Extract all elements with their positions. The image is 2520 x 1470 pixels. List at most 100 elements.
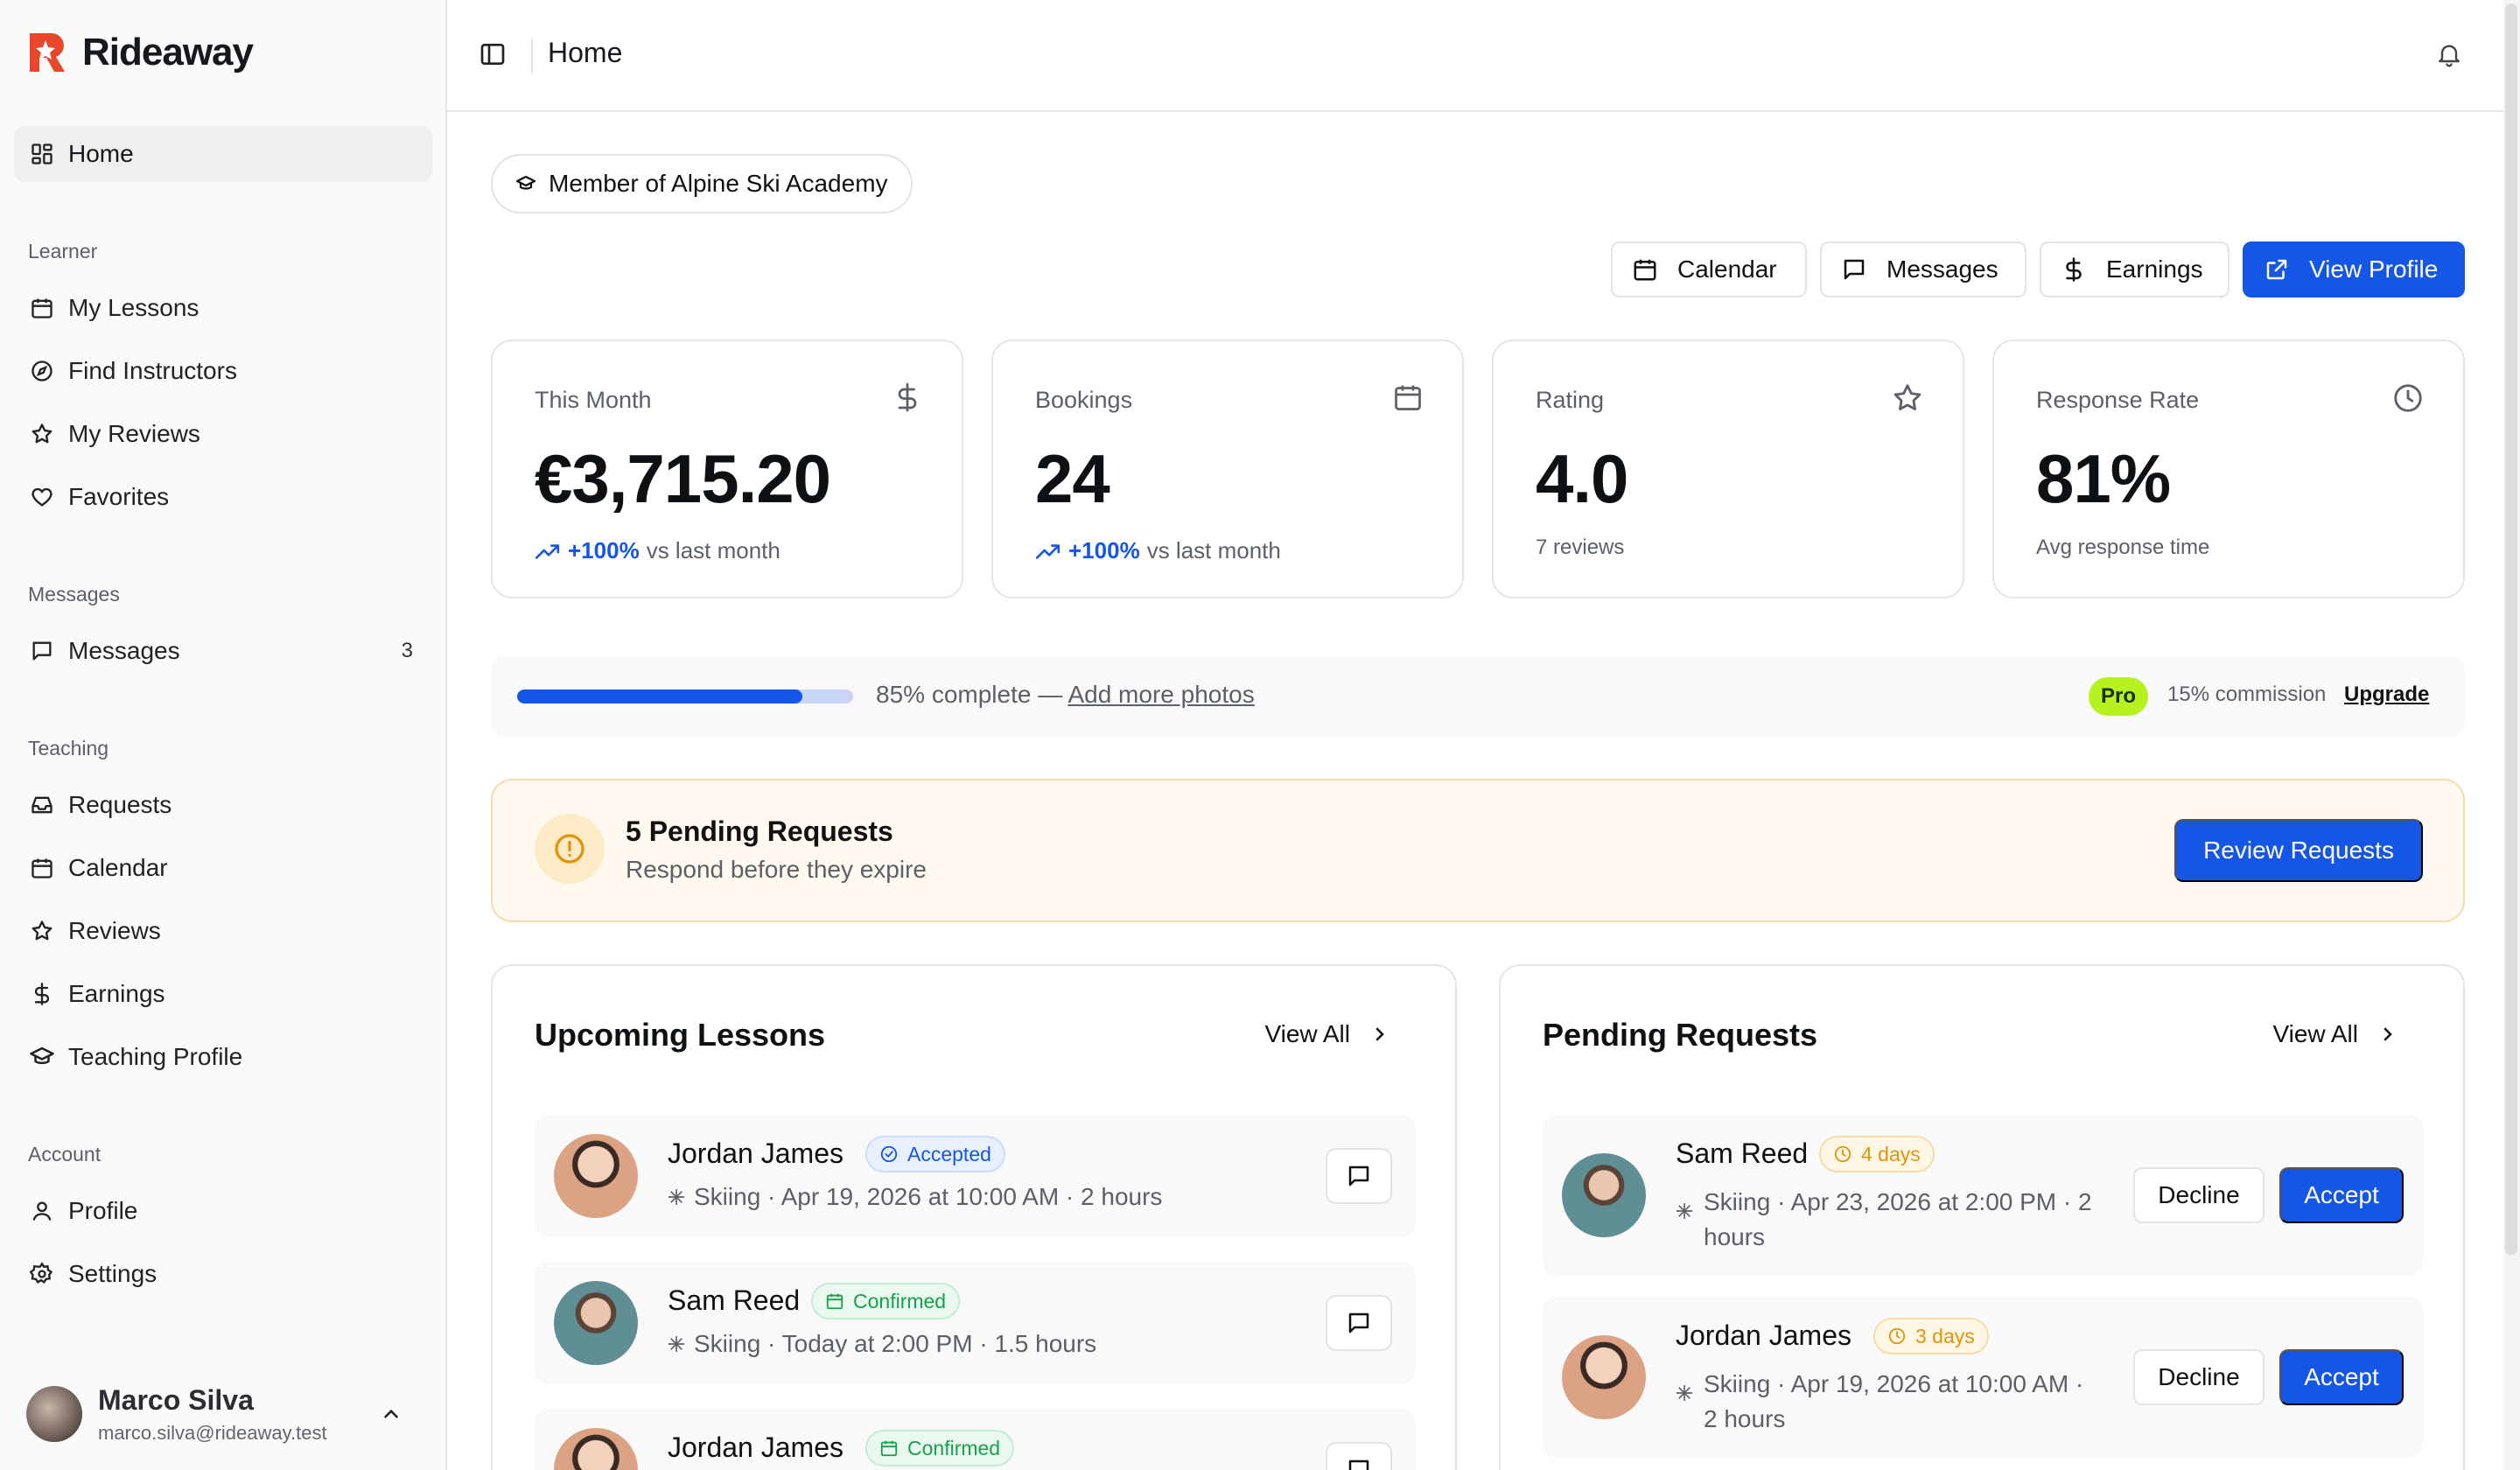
message-student-button[interactable] — [1326, 1295, 1392, 1351]
calendar-icon — [28, 294, 56, 322]
request-row[interactable]: Sam Reed 4 days Skiing · Apr 23, 2026 at… — [1543, 1115, 2423, 1276]
request-details: Skiing · Apr 23, 2026 at 2:00 PM · 2 hou… — [1704, 1188, 2092, 1250]
stat-change-value: +100% — [568, 537, 640, 564]
clock-icon — [2391, 382, 2425, 415]
sidebar-item-my-lessons[interactable]: My Lessons — [14, 282, 432, 334]
message-student-button[interactable] — [1326, 1148, 1392, 1204]
view-all-label: View All — [1264, 1020, 1350, 1047]
request-meta: Skiing · Apr 19, 2026 at 10:00 AM · 2 ho… — [1676, 1367, 2096, 1437]
sidebar-item-favorites[interactable]: Favorites — [14, 471, 432, 523]
decline-button[interactable]: Decline — [2133, 1167, 2264, 1223]
snowflake-icon — [1676, 1202, 1693, 1220]
request-details: Skiing · Apr 19, 2026 at 10:00 AM · 2 ho… — [1704, 1370, 2084, 1432]
avatar — [554, 1281, 638, 1365]
status-label: Accepted — [907, 1142, 991, 1166]
dollar-icon — [892, 382, 923, 413]
sidebar-item-label: Earnings — [68, 980, 165, 1007]
message-student-button[interactable] — [1326, 1442, 1392, 1470]
stat-title: Response Rate — [2036, 387, 2200, 413]
user-name: Marco Silva — [98, 1383, 254, 1416]
sidebar-item-profile[interactable]: Profile — [14, 1185, 432, 1237]
pending-view-all-link[interactable]: View All — [2272, 1020, 2398, 1048]
star-icon — [28, 917, 56, 945]
stat-change: +100% vs last month — [1035, 537, 1281, 564]
panel-title: Upcoming Lessons — [535, 1017, 826, 1053]
external-link-icon — [2264, 256, 2290, 283]
grid-icon — [28, 140, 56, 168]
sidebar-item-home[interactable]: Home — [14, 126, 432, 182]
graduation-cap-icon — [28, 1043, 56, 1071]
scrollbar-thumb[interactable] — [2505, 4, 2517, 1255]
review-requests-button[interactable]: Review Requests — [2174, 819, 2423, 882]
earnings-button-label: Earnings — [2106, 256, 2203, 283]
pending-requests-alert: 5 Pending Requests Respond before they e… — [491, 779, 2465, 922]
stat-card-this-month: This Month €3,715.20 +100% vs last month — [491, 340, 963, 598]
chat-icon — [1346, 1457, 1372, 1470]
sidebar-group-learner: Learner — [28, 240, 98, 262]
sidebar-item-label: Messages — [68, 637, 180, 664]
lesson-row[interactable]: Jordan James Accepted Skiing · Apr 19, 2… — [535, 1115, 1415, 1237]
clock-icon — [1887, 1326, 1907, 1346]
check-circle-icon — [879, 1144, 899, 1164]
calendar-check-icon — [879, 1438, 899, 1458]
panel-title: Pending Requests — [1543, 1017, 1818, 1053]
commission-text: 15% commission — [2167, 682, 2327, 706]
sidebar-item-settings[interactable]: Settings — [14, 1248, 432, 1300]
inbox-icon — [28, 791, 56, 819]
sidebar-item-requests[interactable]: Requests — [14, 779, 432, 831]
sidebar-group-account: Account — [28, 1143, 102, 1166]
stat-card-rating: Rating 4.0 7 reviews — [1492, 340, 1964, 598]
progress-fill — [517, 690, 803, 704]
sidebar-item-teaching-profile[interactable]: Teaching Profile — [14, 1031, 432, 1083]
sidebar-item-messages[interactable]: Messages 3 — [14, 625, 432, 677]
brand-logo[interactable]: Rideaway — [26, 30, 254, 75]
status-badge: Confirmed — [865, 1430, 1015, 1466]
progress-track — [517, 690, 853, 704]
status-label: Confirmed — [907, 1436, 1001, 1460]
plan-badge: Pro — [2089, 677, 2149, 716]
progress-text: 85% complete — Add more photos — [876, 681, 1255, 709]
avatar — [1562, 1335, 1646, 1419]
sidebar-item-earnings[interactable]: Earnings — [14, 968, 432, 1020]
progress-label: 85% complete — — [876, 681, 1068, 708]
chat-icon — [28, 637, 56, 665]
profile-completion-bar: 85% complete — Add more photos Pro 15% c… — [491, 656, 2465, 737]
accept-button[interactable]: Accept — [2279, 1167, 2404, 1223]
user-menu[interactable]: Marco Silva marco.silva@rideaway.test — [26, 1379, 429, 1449]
accept-button[interactable]: Accept — [2279, 1349, 2404, 1405]
request-student-name: Sam Reed — [1676, 1138, 1809, 1169]
sidebar-item-my-reviews[interactable]: My Reviews — [14, 408, 432, 460]
top-bar: Home — [447, 0, 2503, 112]
calendar-button[interactable]: Calendar — [1611, 242, 1807, 298]
sidebar-toggle-icon[interactable] — [479, 40, 507, 68]
sidebar-item-label: Reviews — [68, 917, 161, 944]
lesson-row[interactable]: Jordan James Confirmed — [535, 1409, 1415, 1470]
add-photos-link[interactable]: Add more photos — [1068, 681, 1254, 708]
bell-icon[interactable] — [2435, 40, 2463, 68]
chat-icon — [1346, 1310, 1372, 1336]
upcoming-lessons-panel: Upcoming Lessons View All Jordan James A… — [491, 964, 1457, 1470]
sidebar-item-label: Profile — [68, 1197, 138, 1224]
sidebar-item-find-instructors[interactable]: Find Instructors — [14, 345, 432, 397]
earnings-button[interactable]: Earnings — [2040, 242, 2230, 298]
dollar-icon — [28, 980, 56, 1008]
messages-button[interactable]: Messages — [1820, 242, 2026, 298]
stat-note-text: 7 reviews — [1536, 536, 1625, 559]
request-row[interactable]: Jordan James 3 days Skiing · Apr 19, 202… — [1543, 1297, 2423, 1458]
academy-membership-badge[interactable]: Member of Alpine Ski Academy — [491, 154, 913, 214]
star-icon — [28, 420, 56, 448]
lesson-row[interactable]: Sam Reed Confirmed Skiing · Today at 2:0… — [535, 1262, 1415, 1384]
sidebar-item-calendar[interactable]: Calendar — [14, 842, 432, 894]
trending-up-icon — [535, 542, 561, 561]
view-profile-button[interactable]: View Profile — [2243, 242, 2465, 298]
graduation-cap-icon — [515, 173, 536, 194]
stat-value: 4.0 — [1536, 440, 1628, 517]
decline-button[interactable]: Decline — [2133, 1349, 2264, 1405]
calendar-icon — [1392, 382, 1424, 413]
sidebar-item-reviews[interactable]: Reviews — [14, 905, 432, 957]
upcoming-view-all-link[interactable]: View All — [1264, 1020, 1390, 1048]
stat-card-bookings: Bookings 24 +100% vs last month — [991, 340, 1464, 598]
sidebar-item-label: Requests — [68, 791, 172, 818]
page-title: Home — [548, 37, 623, 68]
upgrade-link[interactable]: Upgrade — [2344, 682, 2429, 707]
